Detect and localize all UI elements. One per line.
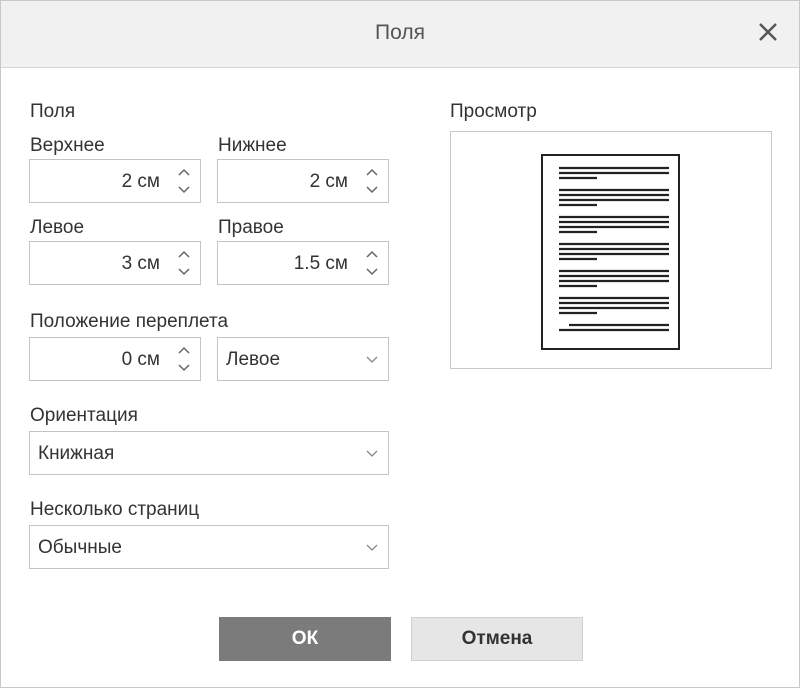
multiple-pages-value: Обычные [38,537,122,558]
ok-button[interactable]: ОК [219,617,391,661]
right-margin-value: 1.5 см [293,253,348,274]
bottom-margin-spinner[interactable]: 2 см [217,159,389,203]
gutter-position-select[interactable]: Левое [217,337,389,381]
dialog-titlebar: Поля [1,1,799,68]
right-margin-spinner[interactable]: 1.5 см [217,241,389,285]
top-margin-label: Верхнее [30,135,105,156]
preview-text-lines [559,166,669,332]
spinner-arrows-icon[interactable] [174,164,194,198]
margins-section-label: Поля [30,101,76,122]
chevron-down-icon [366,356,378,363]
gutter-value: 0 см [121,349,160,370]
preview-panel [450,131,772,369]
orientation-select[interactable]: Книжная [29,431,389,475]
orientation-value: Книжная [38,443,115,464]
spinner-arrows-icon[interactable] [174,342,194,376]
multiple-pages-label: Несколько страниц [30,499,200,520]
gutter-spinner[interactable]: 0 см [29,337,201,381]
bottom-margin-value: 2 см [309,171,348,192]
gutter-position-value: Левое [226,349,281,370]
left-margin-spinner[interactable]: 3 см [29,241,201,285]
cancel-button[interactable]: Отмена [411,617,583,661]
multiple-pages-select[interactable]: Обычные [29,525,389,569]
left-margin-value: 3 см [121,253,160,274]
bottom-margin-label: Нижнее [218,135,287,156]
preview-label: Просмотр [450,101,537,122]
preview-page [541,154,680,350]
orientation-label: Ориентация [30,405,138,426]
spinner-arrows-icon[interactable] [362,164,382,198]
close-icon[interactable] [753,19,783,47]
spinner-arrows-icon[interactable] [174,246,194,280]
spinner-arrows-icon[interactable] [362,246,382,280]
chevron-down-icon [366,544,378,551]
chevron-down-icon [366,450,378,457]
dialog-title: Поля [375,21,425,44]
right-margin-label: Правое [218,217,284,238]
gutter-position-label: Положение переплета [30,311,229,332]
top-margin-spinner[interactable]: 2 см [29,159,201,203]
left-margin-label: Левое [30,217,85,238]
top-margin-value: 2 см [121,171,160,192]
page-setup-dialog: Поля Поля Верхнее 2 см Нижнее 2 см Левое… [0,0,800,688]
